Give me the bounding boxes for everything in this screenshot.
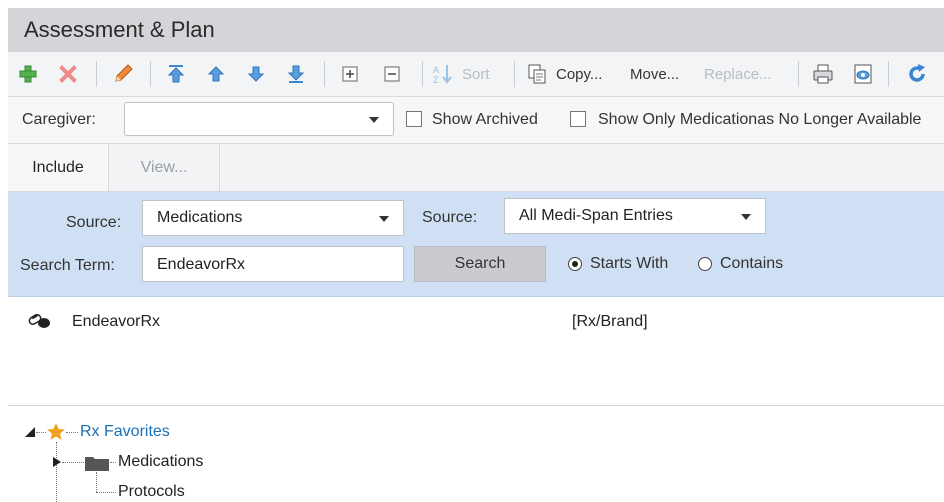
contains-radio[interactable] [698, 257, 712, 271]
move-top-button[interactable] [164, 60, 188, 88]
search-term-label: Search Term: [20, 257, 115, 274]
chevron-down-icon [379, 216, 389, 222]
arrow-up-icon [207, 66, 225, 82]
plus-icon [19, 65, 37, 83]
search-button[interactable]: Search [414, 246, 546, 282]
tree-item-medications[interactable]: Medications [118, 453, 203, 471]
expand-plus-box-icon [342, 66, 358, 82]
svg-text:Z: Z [433, 75, 439, 85]
source-value: Medications [157, 209, 243, 226]
arrow-down-icon [247, 66, 265, 82]
tree-connector [56, 442, 57, 502]
replace-button[interactable]: Replace... [704, 60, 784, 88]
starts-with-label: Starts With [590, 255, 669, 272]
toolbar-separator [324, 61, 325, 87]
toolbar: A Z Sort Copy... Move... Replace... [8, 52, 944, 97]
printer-icon [813, 64, 833, 84]
caregiver-dropdown[interactable] [124, 102, 394, 136]
tree-item-rx-favorites[interactable]: Rx Favorites [80, 423, 170, 441]
folder-icon [85, 457, 109, 471]
tree-connector [66, 432, 78, 433]
copy-button[interactable]: Copy... [526, 60, 618, 88]
result-name: EndeavorRx [72, 313, 161, 330]
collapse-minus-box-icon [384, 66, 400, 82]
source-secondary-label: Source: [422, 209, 478, 226]
source-secondary-dropdown[interactable]: All Medi-Span Entries [504, 198, 766, 234]
tree-item-protocols[interactable]: Protocols [118, 483, 185, 501]
replace-label: Replace... [704, 65, 772, 83]
tree-connector [62, 462, 84, 463]
delete-button[interactable] [56, 60, 80, 88]
window-title: Assessment & Plan [24, 17, 215, 42]
delete-x-icon [59, 65, 77, 83]
result-type: [Rx/Brand] [572, 313, 648, 330]
tab-view-label: View... [140, 158, 188, 176]
refresh-icon [909, 64, 925, 82]
toolbar-separator [514, 61, 515, 87]
caregiver-row: Caregiver: Show Archived Show Only Medic… [8, 97, 944, 144]
tab-include[interactable]: Include [8, 144, 109, 191]
chevron-down-icon [369, 117, 379, 123]
copy-icon [528, 64, 546, 84]
chevron-down-icon [741, 214, 751, 220]
toolbar-separator [798, 61, 799, 87]
move-to-top-icon [167, 65, 185, 83]
favorites-tree: Rx Favorites Medications Protocols [8, 406, 944, 502]
move-label: Move... [630, 65, 680, 83]
source-secondary-value: All Medi-Span Entries [519, 207, 673, 224]
pencil-icon [115, 64, 133, 82]
tree-expand-arrow-icon[interactable] [52, 456, 62, 468]
title-bar: Assessment & Plan [8, 8, 944, 53]
sort-az-icon: A Z [433, 65, 452, 85]
search-button-label: Search [454, 255, 506, 272]
contains-label: Contains [720, 255, 784, 272]
sort-label: Sort [462, 65, 490, 83]
show-no-longer-available-checkbox[interactable] [570, 111, 586, 127]
tree-connector [36, 432, 46, 433]
refresh-button[interactable] [904, 60, 930, 88]
edit-button[interactable] [110, 60, 136, 88]
show-archived-checkbox[interactable] [406, 111, 422, 127]
tree-collapse-arrow-icon[interactable] [24, 426, 36, 438]
expand-button[interactable] [338, 60, 362, 88]
tree-connector [110, 462, 116, 463]
toolbar-separator [422, 61, 423, 87]
star-icon [47, 423, 65, 440]
move-up-button[interactable] [204, 60, 228, 88]
add-button[interactable] [16, 60, 40, 88]
collapse-button[interactable] [380, 60, 404, 88]
show-no-longer-available-label: Show Only Medicationas No Longer Availab… [598, 111, 922, 128]
toolbar-separator [150, 61, 151, 87]
toolbar-separator [888, 61, 889, 87]
svg-text:A: A [433, 65, 439, 75]
copy-label: Copy... [556, 65, 603, 83]
caregiver-label: Caregiver: [22, 111, 96, 128]
print-button[interactable] [810, 60, 836, 88]
tree-connector [96, 492, 116, 493]
show-archived-label: Show Archived [432, 111, 538, 128]
starts-with-radio[interactable] [568, 257, 582, 271]
tab-bar: Include View... [8, 144, 944, 192]
tree-connector [96, 472, 97, 492]
move-down-button[interactable] [244, 60, 268, 88]
tab-view[interactable]: View... [109, 144, 220, 191]
source-label: Source: [66, 214, 122, 231]
move-button[interactable]: Move... [630, 60, 690, 88]
search-term-input[interactable]: EndeavorRx [142, 246, 404, 282]
pill-capsule-icon [28, 313, 50, 328]
search-panel: Source: Medications Source: All Medi-Spa… [8, 192, 944, 297]
print-preview-button[interactable] [850, 60, 876, 88]
move-to-bottom-icon [287, 65, 305, 83]
results-list: EndeavorRx [Rx/Brand] [8, 297, 944, 406]
search-term-value: EndeavorRx [157, 256, 246, 273]
source-dropdown[interactable]: Medications [142, 200, 404, 236]
move-bottom-button[interactable] [284, 60, 308, 88]
sort-button[interactable]: A Z Sort [432, 60, 504, 88]
toolbar-separator [96, 61, 97, 87]
tab-include-label: Include [32, 158, 84, 176]
list-item[interactable]: EndeavorRx [Rx/Brand] [8, 307, 944, 337]
preview-icon [854, 64, 872, 84]
